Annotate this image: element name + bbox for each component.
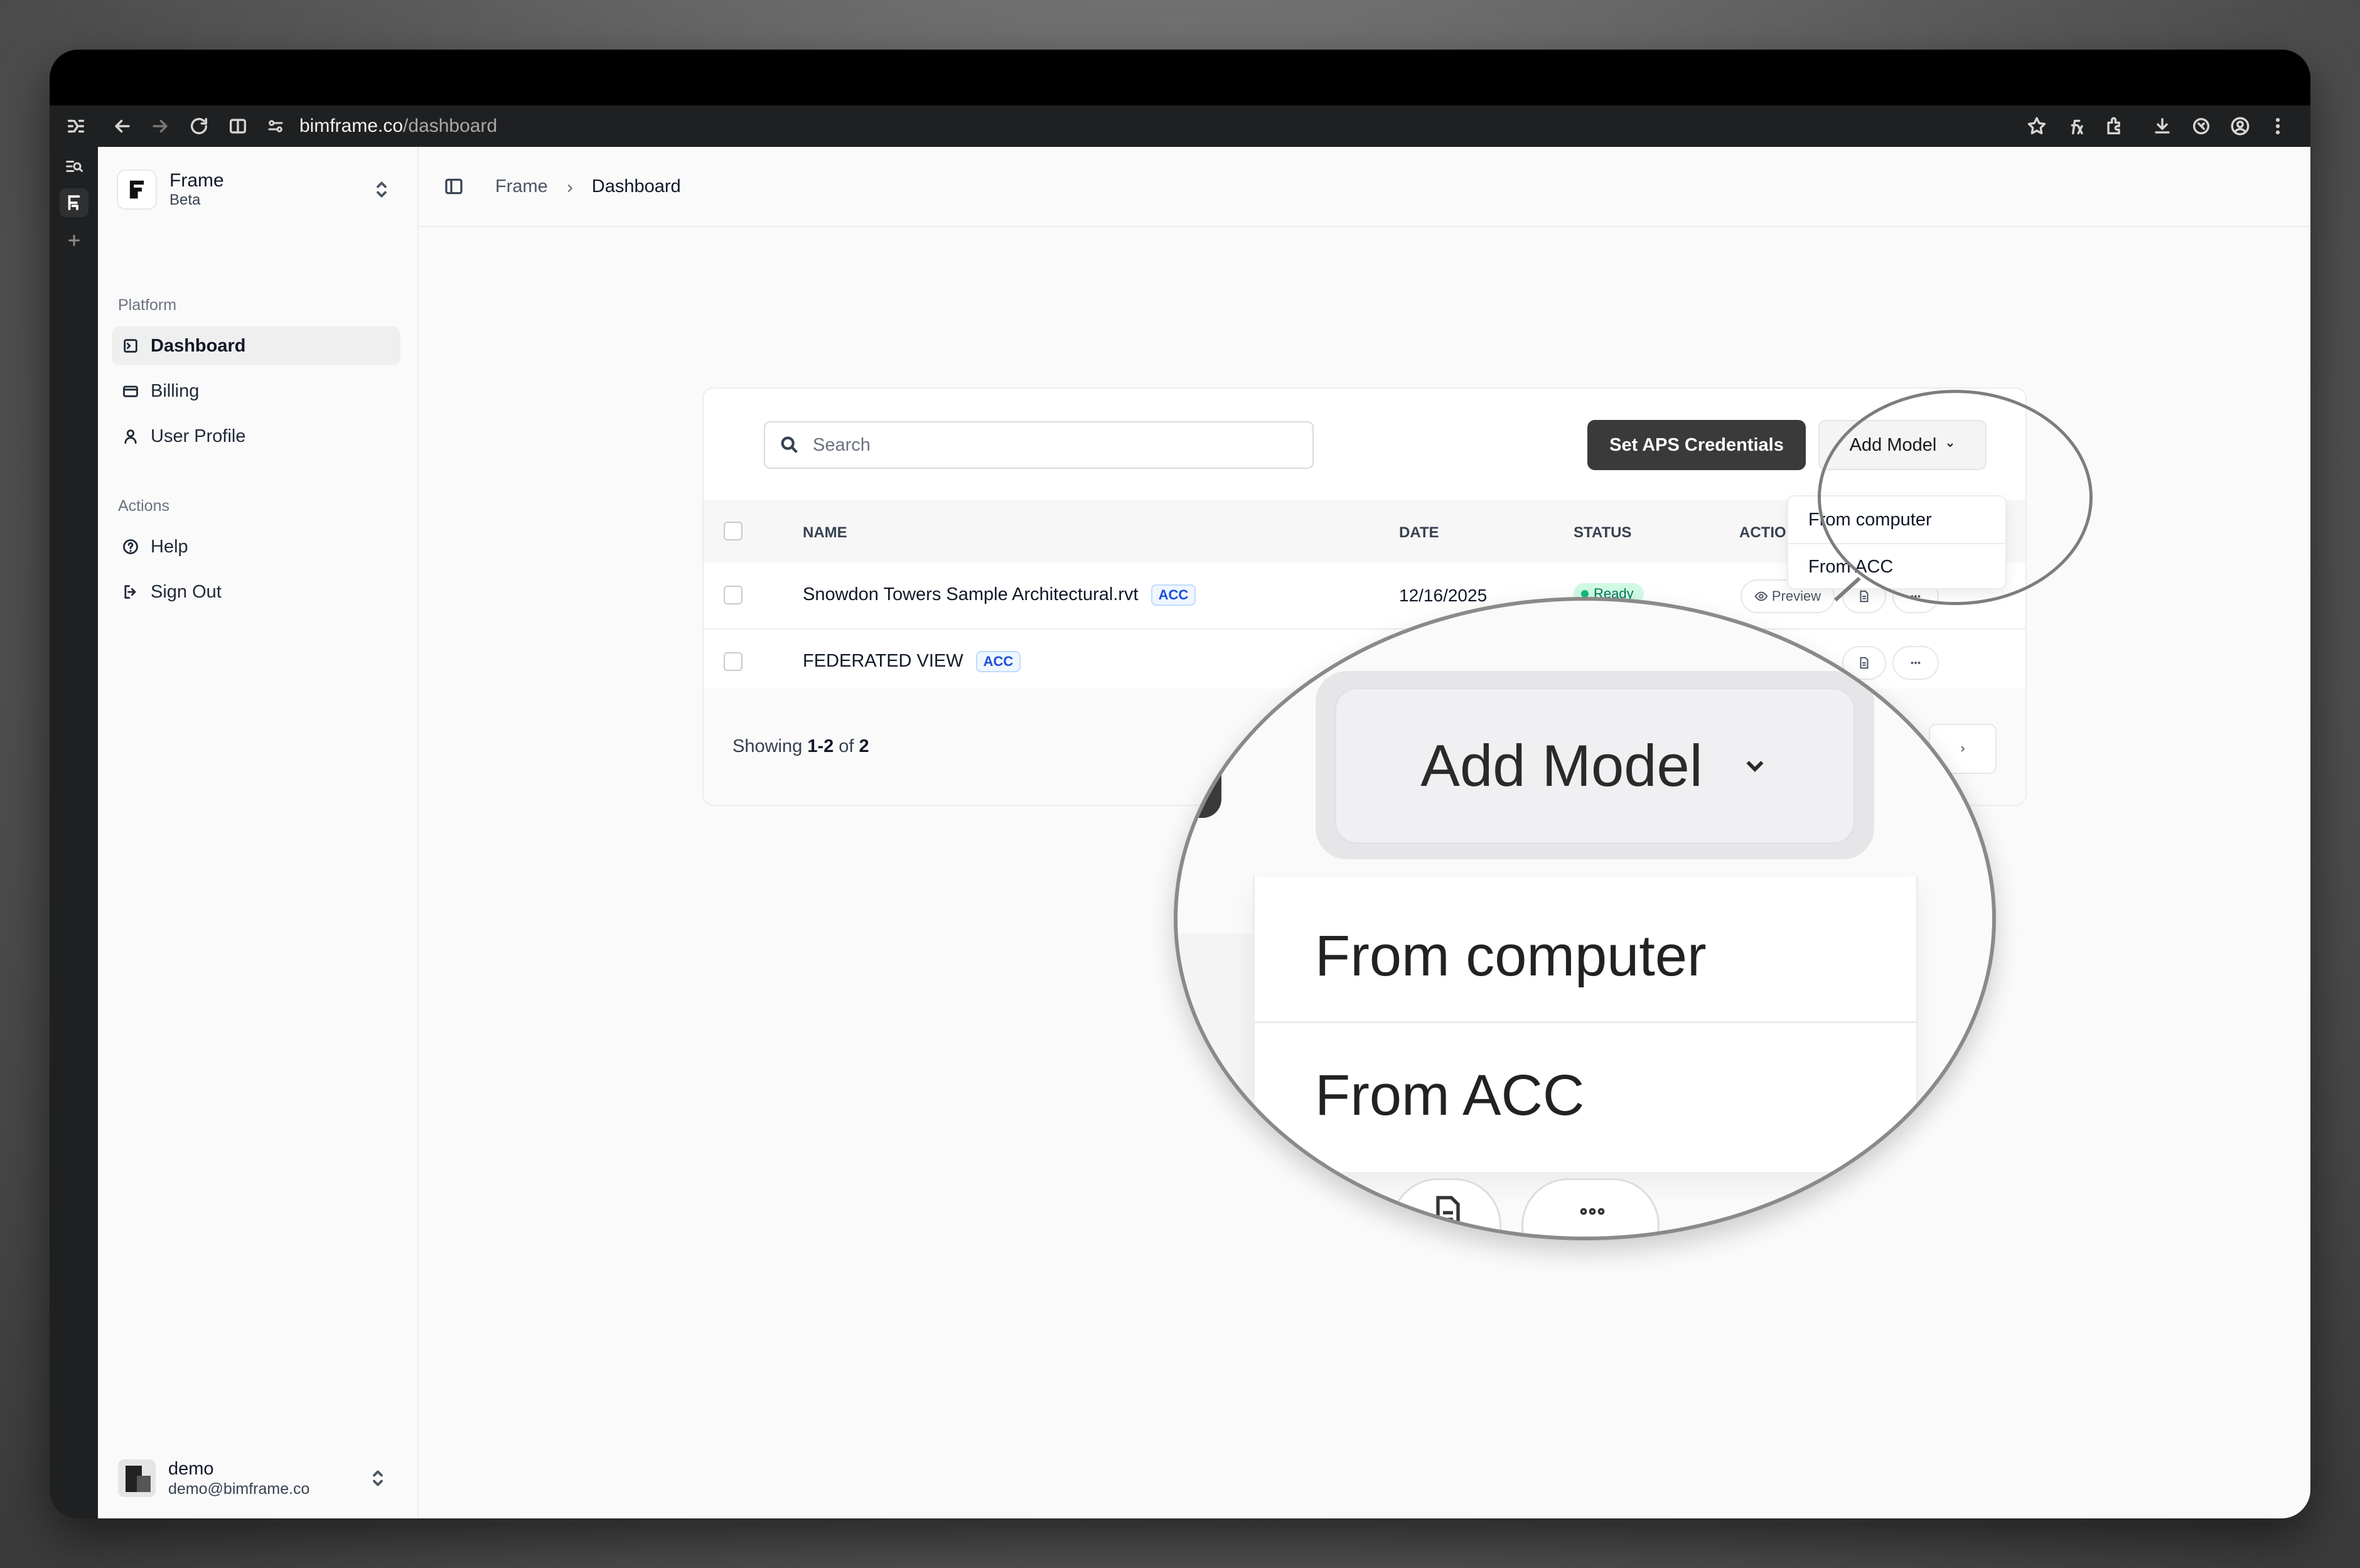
more-horizontal-icon: [1911, 662, 1921, 664]
browser-toolbar: bimframe.co/dashboard: [50, 105, 2310, 147]
extensions-icon[interactable]: [2097, 105, 2132, 147]
select-all-checkbox[interactable]: [724, 522, 743, 540]
sidebar-item-label: User Profile: [151, 426, 246, 446]
preview-label: Preview: [1771, 588, 1821, 604]
sidebar-item-label: Billing: [151, 380, 200, 401]
sidebar-item-label: Dashboard: [151, 335, 246, 356]
toggle-sidebar-icon[interactable]: [444, 175, 466, 198]
help-circle-icon: [121, 537, 141, 557]
title-bar: [50, 50, 2310, 105]
search-icon: [781, 436, 798, 453]
fonts-extension-icon[interactable]: [2058, 105, 2093, 147]
breadcrumb: Frame Dashboard: [419, 147, 2310, 227]
more-horizontal-icon: [1580, 1208, 1605, 1215]
frame-logo-icon: [117, 169, 157, 210]
document-icon: [1860, 590, 1869, 603]
chevron-down-icon: [1746, 761, 1764, 772]
sidebar-item-user-profile[interactable]: User Profile: [112, 417, 400, 456]
platform-group-label: Platform: [118, 296, 177, 314]
row-checkbox[interactable]: [724, 586, 743, 604]
of-label: of: [839, 736, 854, 756]
actions-group-label: Actions: [118, 497, 169, 515]
zoomed-from-computer: From computer: [1315, 924, 1707, 988]
sidebar-item-billing[interactable]: Billing: [112, 372, 400, 411]
chevron-right-icon: [563, 180, 577, 193]
model-date: 12/16/2025: [1399, 586, 1488, 605]
sidebar-toggle-icon[interactable]: [58, 105, 94, 147]
app-sidebar: Frame Beta Platform Dashboard Billing Us…: [98, 147, 419, 1518]
document-icon: [1436, 1196, 1460, 1230]
search-input[interactable]: Search: [764, 421, 1314, 469]
model-name: Snowdon Towers Sample Architectural.rvt: [803, 584, 1139, 604]
zoomed-from-acc: From ACC: [1315, 1063, 1585, 1127]
split-view-icon[interactable]: [220, 105, 255, 147]
url-path: /dashboard: [403, 115, 498, 136]
chevron-right-icon: [1961, 746, 1965, 752]
tab-search-icon[interactable]: [60, 152, 88, 181]
zoomed-dropdown: From computer From ACC: [1253, 877, 1918, 1172]
vpn-extension-icon[interactable]: [2184, 105, 2219, 147]
back-icon[interactable]: [105, 105, 140, 147]
search-placeholder: Search: [813, 434, 871, 455]
workspace-switcher[interactable]: Frame Beta: [117, 164, 399, 215]
model-name-cell: Snowdon Towers Sample Architectural.rvt A…: [803, 584, 1196, 606]
more-actions-button[interactable]: [1892, 646, 1939, 680]
brand-name: Frame: [169, 170, 224, 191]
browser-menu-icon[interactable]: [2260, 105, 2295, 147]
callout-ring: [1818, 390, 2093, 605]
model-name: FEDERATED VIEW: [803, 651, 963, 671]
browser-vertical-tabs: [50, 147, 98, 1518]
sign-out-icon: [121, 582, 141, 602]
model-name-cell: FEDERATED VIEW ACC: [803, 651, 1021, 673]
address-bar[interactable]: bimframe.co/dashboard: [263, 111, 2096, 141]
user-name: demo: [168, 1459, 214, 1479]
chevron-updown-icon: [367, 1467, 389, 1490]
pagination-summary: Showing 1-2 of 2: [732, 736, 869, 757]
column-header-status[interactable]: STATUS: [1574, 524, 1631, 542]
row-checkbox[interactable]: [724, 652, 743, 671]
frame-tab-icon[interactable]: [60, 188, 88, 217]
user-email: demo@bimframe.co: [168, 1480, 310, 1498]
user-menu[interactable]: demo demo@bimframe.co: [118, 1453, 400, 1503]
site-settings-icon[interactable]: [263, 114, 288, 139]
brand-subtitle: Beta: [169, 191, 201, 208]
set-aps-credentials-button[interactable]: Set APS Credentials: [1587, 420, 1806, 470]
sidebar-item-sign-out[interactable]: Sign Out: [112, 572, 400, 611]
credit-card-icon: [121, 381, 141, 401]
download-icon[interactable]: [2145, 105, 2180, 147]
zoomed-more-pill: [1521, 1178, 1660, 1237]
new-tab-plus-icon[interactable]: [60, 226, 88, 255]
dashboard-icon: [121, 336, 141, 356]
avatar: [118, 1459, 156, 1497]
zoomed-document-pill: [1391, 1178, 1501, 1237]
zoomed-add-model-label: Add Model: [1420, 733, 1703, 798]
breadcrumb-current: Dashboard: [591, 176, 681, 196]
reload-icon[interactable]: [181, 105, 217, 147]
zoomed-add-model-button: Add Model: [1334, 687, 1855, 844]
chevron-updown-icon: [370, 178, 393, 201]
sidebar-item-help[interactable]: Help: [112, 527, 400, 566]
showing-range: 1-2: [807, 736, 834, 756]
breadcrumb-root[interactable]: Frame: [495, 176, 548, 197]
showing-total: 2: [859, 736, 869, 756]
profile-icon[interactable]: [2223, 105, 2258, 147]
sidebar-item-label: Sign Out: [151, 581, 222, 602]
zoomed-header-band: [1177, 933, 1253, 1122]
showing-label: Showing: [732, 736, 803, 756]
forward-icon[interactable]: [142, 105, 178, 147]
column-header-name[interactable]: NAME: [803, 524, 847, 542]
bookmark-star-icon[interactable]: [2019, 105, 2054, 147]
zoomed-set-credentials-edge: [1177, 667, 1221, 818]
browser-window: bimframe.co/dashboard Frame Beta Platfor…: [50, 50, 2310, 1518]
column-header-date[interactable]: DATE: [1399, 524, 1439, 542]
source-badge: ACC: [1150, 584, 1196, 606]
source-badge: ACC: [975, 651, 1021, 673]
zoom-callout: Add Model From computer From ACC: [1174, 597, 1996, 1240]
sidebar-item-dashboard[interactable]: Dashboard: [112, 326, 400, 365]
eye-icon: [1754, 591, 1768, 601]
url-host: bimframe.co: [299, 115, 404, 136]
user-icon: [121, 426, 141, 446]
document-icon: [1860, 657, 1869, 669]
sidebar-item-label: Help: [151, 536, 188, 557]
